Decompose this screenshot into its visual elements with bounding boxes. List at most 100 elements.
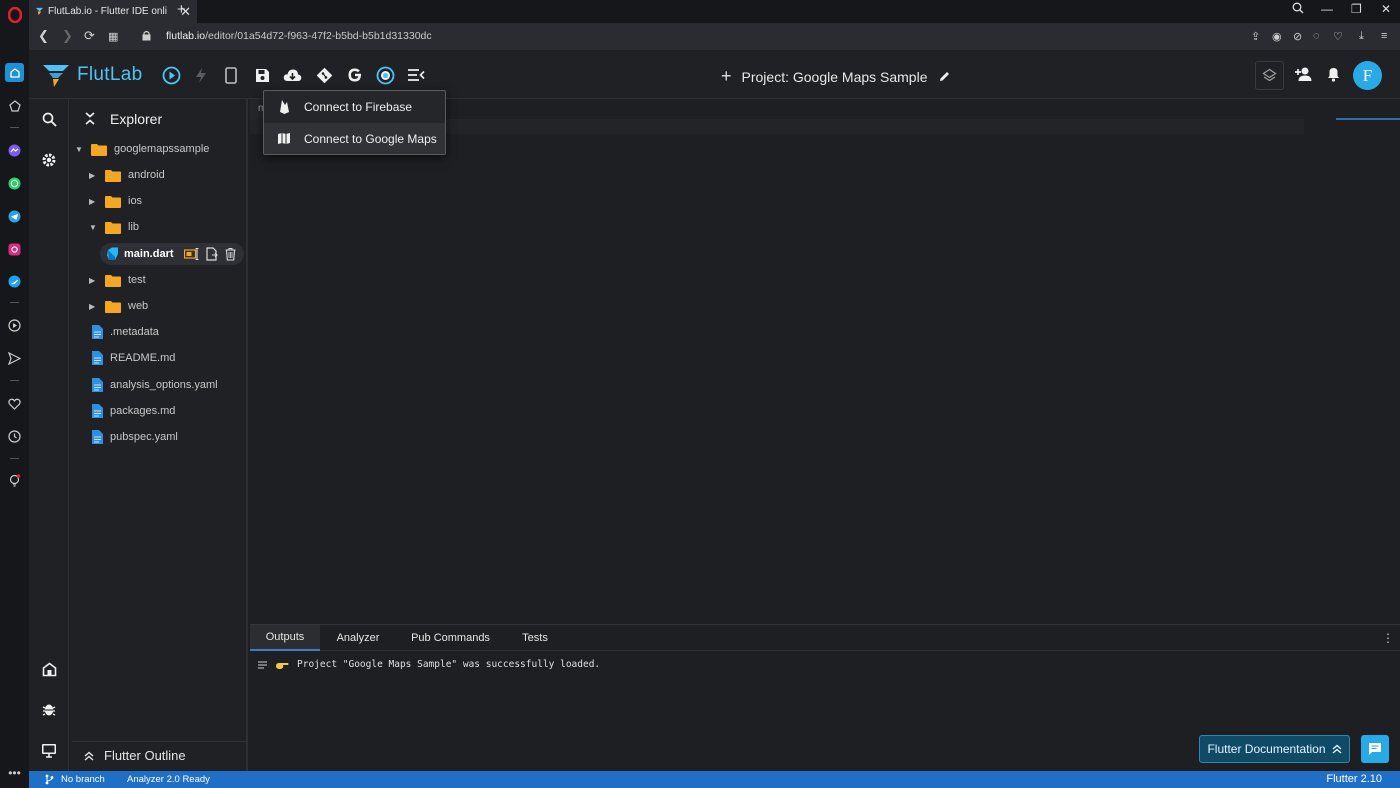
whatsapp-icon[interactable] <box>5 174 24 193</box>
history-icon[interactable] <box>5 427 24 446</box>
browser-search-icon[interactable] <box>1292 2 1304 17</box>
favorite-heart-icon[interactable]: ♡ <box>1333 30 1343 43</box>
chat-button[interactable] <box>1361 735 1389 763</box>
firebase-target-icon[interactable] <box>375 65 395 85</box>
save-icon[interactable] <box>252 65 272 85</box>
code-editor[interactable]: m <box>250 99 1400 624</box>
reload-icon[interactable]: ⟳ <box>84 28 95 44</box>
tree-folder-web[interactable]: ▶ web <box>89 296 148 316</box>
share-icon[interactable]: ⇪ <box>1251 30 1260 43</box>
more-options-icon[interactable]: ⋮ <box>1382 631 1394 645</box>
tree-file-packages[interactable]: packages.md <box>92 401 175 421</box>
lightbulb-icon[interactable] <box>5 471 24 490</box>
messenger-icon[interactable] <box>5 141 24 160</box>
vpn-icon[interactable]: ◌ <box>1313 30 1320 42</box>
app-logo-text[interactable]: FlutLab <box>77 64 142 86</box>
tree-file-analysis-options[interactable]: analysis_options.yaml <box>92 375 218 395</box>
menu-collapse-icon[interactable] <box>406 65 426 85</box>
twitter-icon[interactable] <box>5 272 24 291</box>
tree-label: .metadata <box>110 326 159 338</box>
chat-bubble-icon <box>1369 743 1381 755</box>
layers-icon[interactable] <box>1255 61 1284 90</box>
home-speed-dial-icon[interactable] <box>5 63 24 82</box>
tree-folder-android[interactable]: ▶ android <box>89 165 165 185</box>
tree-folder-lib[interactable]: ▼ lib <box>89 217 139 237</box>
browser-tab[interactable]: FlutLab.io - Flutter IDE onli ✕ <box>29 0 197 23</box>
collapsed-caret-icon: ▶ <box>89 170 96 180</box>
tab-pub-commands[interactable]: Pub Commands <box>403 625 498 651</box>
log-list-icon <box>258 661 267 668</box>
delete-trash-icon[interactable] <box>225 247 236 261</box>
cloud-download-icon[interactable] <box>282 65 302 85</box>
tree-file-metadata[interactable]: .metadata <box>92 322 159 342</box>
minimize-button[interactable]: — <box>1321 2 1333 16</box>
tree-file-main-dart[interactable]: main.dart <box>100 243 244 265</box>
more-dots-icon[interactable]: ••• <box>5 763 24 782</box>
adblock-icon[interactable]: ⊘ <box>1293 30 1302 43</box>
pointing-hand-icon <box>276 662 289 669</box>
debug-bug-icon[interactable] <box>39 699 59 719</box>
tree-folder-test[interactable]: ▶ test <box>89 270 146 290</box>
flutter-outline-toggle[interactable]: Flutter Outline <box>72 741 246 769</box>
add-user-icon[interactable] <box>1294 66 1313 87</box>
notifications-bell-icon[interactable] <box>1326 65 1341 87</box>
new-tab-button[interactable]: + <box>177 1 186 18</box>
run-icon[interactable] <box>161 65 181 85</box>
home-building-icon[interactable] <box>39 659 59 679</box>
menu-item-label: Connect to Firebase <box>304 99 413 114</box>
tree-file-readme[interactable]: README.md <box>92 348 175 368</box>
tab-analyzer[interactable]: Analyzer <box>328 625 388 651</box>
instagram-icon[interactable] <box>5 240 24 259</box>
flutter-documentation-button[interactable]: Flutter Documentation <box>1199 735 1350 763</box>
player-icon[interactable] <box>5 316 24 335</box>
output-log-text: Project "Google Maps Sample" was success… <box>297 659 601 670</box>
send-icon[interactable] <box>5 349 24 368</box>
menu-item-connect-google-maps[interactable]: Connect to Google Maps <box>264 123 445 154</box>
user-avatar[interactable]: F <box>1353 61 1382 90</box>
edit-pencil-icon[interactable] <box>938 70 951 83</box>
browser-menu-icon[interactable]: ≡ <box>1381 30 1387 42</box>
google-icon[interactable] <box>345 65 365 85</box>
branch-status[interactable]: No branch <box>61 774 105 785</box>
monitor-icon[interactable] <box>39 740 59 760</box>
tree-root-folder[interactable]: ▼ googlemapssample <box>75 139 209 159</box>
back-icon[interactable]: ❮ <box>38 28 49 44</box>
flutlab-logo-icon[interactable] <box>41 62 71 88</box>
forward-icon[interactable]: ❯ <box>62 28 73 44</box>
url-field[interactable]: flutlab.io/editor/01a54d72-f963-47f2-b5b… <box>166 30 432 42</box>
flutter-version[interactable]: Flutter 2.10 <box>1326 773 1382 785</box>
menu-item-connect-firebase[interactable]: Connect to Firebase <box>264 91 445 122</box>
tab-tests[interactable]: Tests <box>512 625 558 651</box>
device-icon[interactable] <box>221 65 241 85</box>
explorer-panel: Explorer ▼ googlemapssample ▶ android ▶ … <box>70 99 248 771</box>
tree-file-pubspec[interactable]: pubspec.yaml <box>92 427 178 447</box>
git-icon[interactable] <box>314 65 334 85</box>
download-icon[interactable]: ⤓ <box>1359 30 1364 43</box>
branch-icon[interactable] <box>45 774 54 788</box>
heart-icon[interactable] <box>5 394 24 413</box>
hot-reload-icon[interactable] <box>191 65 211 85</box>
speed-dial-grid-icon[interactable]: ▦ <box>108 30 118 43</box>
sidebar-divider <box>10 302 19 303</box>
add-project-icon[interactable]: + <box>721 66 732 87</box>
snapshot-icon[interactable]: ◉ <box>1272 30 1282 43</box>
search-icon[interactable] <box>39 109 59 129</box>
telegram-icon[interactable] <box>5 207 24 226</box>
maximize-button[interactable]: ❐ <box>1351 2 1362 16</box>
collapsed-caret-icon: ▶ <box>89 275 96 285</box>
ide-app-bar: FlutLab + Project: Google Maps Sample F <box>29 50 1400 99</box>
settings-gear-icon[interactable] <box>39 150 59 170</box>
opera-logo-icon[interactable] <box>5 5 24 24</box>
rename-file-icon[interactable] <box>183 248 200 260</box>
expanded-caret-icon: ▼ <box>75 144 83 154</box>
bookmarks-icon[interactable] <box>5 96 24 115</box>
new-file-icon[interactable] <box>205 247 218 261</box>
close-window-button[interactable]: ✕ <box>1381 2 1391 16</box>
collapse-explorer-icon[interactable] <box>85 112 95 125</box>
flutter-outline-label: Flutter Outline <box>104 748 186 763</box>
tab-outputs[interactable]: Outputs <box>250 625 320 651</box>
tree-label: pubspec.yaml <box>110 431 178 443</box>
tree-folder-ios[interactable]: ▶ ios <box>89 191 142 211</box>
document-file-icon <box>92 404 103 418</box>
analyzer-status: Analyzer 2.0 Ready <box>127 774 210 785</box>
